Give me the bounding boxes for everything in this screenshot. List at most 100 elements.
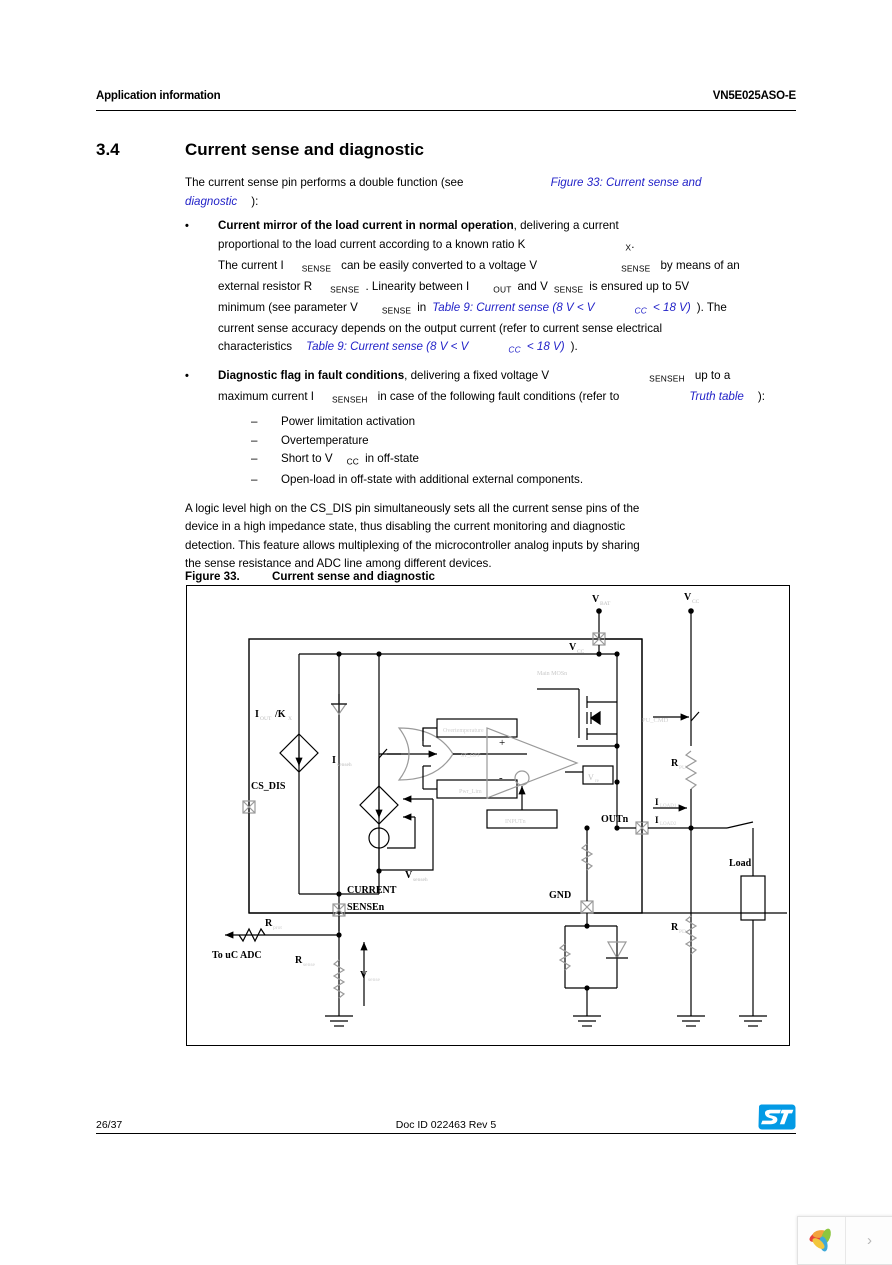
label-v-senseh-sub: senseh: [413, 877, 428, 883]
label-cs-dis: CS_DIS: [251, 781, 286, 792]
figure-link-part1[interactable]: Figure 33: Current sense and: [551, 176, 702, 189]
b1-sub-sense-1: SENSE: [301, 263, 332, 274]
b1-text-6: external resistor R: [218, 279, 313, 293]
table9-link-c[interactable]: Table 9: Current sense (8 V < V: [306, 340, 468, 353]
section-number: 3.4: [96, 140, 120, 159]
label-i-out-k: I: [255, 709, 259, 720]
label-v-bat: V: [592, 594, 600, 605]
b1-text-4: can be easily converted to a voltage V: [341, 258, 538, 272]
label-v-cc-top-sub: CC: [692, 599, 700, 605]
st-logo: [757, 1104, 797, 1130]
b1-text-5: by means of an: [660, 258, 740, 272]
footer-rule: [96, 1133, 796, 1134]
b1-text-2: proportional to the load current accordi…: [218, 237, 526, 251]
label-i-senseh: I: [332, 755, 336, 766]
dash-item-overtemperature: – Overtemperature: [251, 432, 785, 451]
b1-line-7: characteristics Table 9: Current sense (8…: [218, 338, 785, 359]
b1-text-8: and V: [517, 279, 548, 293]
schematic-svg: V BAT V CC V CC Main MOSn I OUT /K X CS_…: [212, 592, 787, 1027]
b1-bold-lead: Current mirror of the load current in no…: [218, 219, 514, 233]
b1-sub-sense-2: SENSE: [621, 263, 651, 274]
label-pwr-lim: Pwr_Lim: [459, 789, 482, 795]
dash-item-short-to-vcc: – Short to V CC in off-state: [251, 450, 785, 471]
dash-text-2: Overtemperature: [281, 433, 369, 447]
page-header: Application information VN5E025ASO-E: [96, 90, 796, 112]
next-chevron-icon[interactable]: ›: [846, 1217, 892, 1264]
b1-text-10: minimum (see parameter V: [218, 300, 358, 314]
b1-text-9: is ensured up to 5V: [589, 279, 690, 293]
b1-sub-sense-5: SENSE: [381, 304, 412, 315]
b1-sub-sense-4: SENSE: [553, 284, 584, 294]
label-i-load1-sub: LOAD1: [660, 804, 677, 809]
label-inputn: INPUTn: [505, 819, 526, 825]
label-gnd: GND: [549, 890, 571, 901]
p2-line-1: A logic level high on the CS_DIS pin sim…: [185, 501, 640, 515]
truth-table-link[interactable]: Truth table: [689, 390, 744, 403]
label-r-prot: R: [265, 918, 273, 929]
header-part-number: VN5E025ASO-E: [712, 90, 796, 102]
b1-text-15: ).: [570, 340, 578, 354]
b1-line-3: The current I SENSE can be easily converte…: [218, 257, 785, 278]
label-r-pu-sub: PU: [679, 765, 686, 771]
b2-line-1: Diagnostic flag in fault conditions, del…: [218, 367, 785, 388]
label-r-prot-sub: prot: [273, 925, 282, 931]
figure-caption-number: Figure 33.: [185, 570, 240, 583]
dash-text-3a: Short to V: [281, 452, 333, 466]
b1-line-2: proportional to the load current accordi…: [218, 236, 785, 257]
b2-text-4: in case of the following fault condition…: [377, 390, 620, 403]
label-overtemperature: Overtemperature: [443, 728, 484, 734]
label-st-off: ST_OFF: [461, 753, 480, 759]
dash-icon: –: [251, 452, 258, 466]
label-i-out-k-mid: /K: [274, 709, 286, 720]
b1-line-5: minimum (see parameter V SENSE in Table 9: …: [218, 299, 785, 320]
pin-gnd: [580, 900, 594, 914]
label-pu-cmd: PU_CMD: [642, 717, 669, 724]
label-r-sense-sub: sense: [303, 962, 315, 968]
label-amp-minus: -: [499, 772, 503, 784]
table9-link-a[interactable]: Table 9: Current sense (8 V < V: [432, 301, 594, 314]
leaf-logo-icon[interactable]: [798, 1217, 846, 1264]
label-i-load2-sub: LOAD2: [660, 822, 677, 827]
b1-line-4: external resistor R SENSE . Linearity betw…: [218, 278, 785, 299]
document-page: Application information VN5E025ASO-E 3.4…: [0, 0, 892, 1265]
ground-symbol-sense: [325, 1015, 353, 1027]
table9-link-b[interactable]: < 18 V): [653, 301, 691, 314]
dash-sub-cc: CC: [346, 456, 360, 467]
floating-widget[interactable]: ›: [797, 1216, 892, 1265]
label-r-pd-sub: PD: [679, 929, 686, 935]
label-i-load1: I: [655, 797, 659, 807]
figure-caption-text: Current sense and diagnostic: [272, 570, 435, 583]
label-v-cc-inner-sub: CC: [577, 649, 585, 655]
b1-text-1: , delivering a current: [513, 219, 619, 233]
b1-sub-out: OUT: [493, 284, 512, 294]
page-title: Current sense and diagnostic: [185, 140, 424, 159]
header-section-name: Application information: [96, 90, 221, 102]
b1-text-14: characteristics: [218, 340, 293, 354]
label-i-out-k-sub1: OUT: [260, 716, 272, 722]
dash-icon: –: [251, 433, 258, 447]
dash-item-open-load: – Open-load in off-state with additional…: [251, 471, 785, 490]
b2-sub-senseh-2: SENSEH: [332, 394, 368, 405]
b1-text-7: . Linearity between I: [365, 279, 470, 293]
ground-symbol-load: [739, 1015, 767, 1027]
b1-text-13: current sense accuracy depends on the ou…: [218, 321, 663, 335]
label-r-pd: R: [671, 922, 679, 933]
header-rule: [96, 110, 796, 111]
bullet-icon: •: [185, 370, 189, 383]
label-current: CURRENT: [347, 885, 397, 896]
intro-line-1: The current sense pin performs a double …: [185, 174, 785, 193]
label-v-ref: V: [588, 773, 594, 782]
b1-text-2b: .: [631, 237, 635, 251]
p2-line-2: device in a high impedance state, thus d…: [185, 520, 626, 534]
dash-text-3b: in off-state: [365, 452, 419, 466]
table9-link-d[interactable]: < 18 V): [527, 340, 565, 353]
label-i-load2: I: [655, 815, 659, 825]
label-v-cc-top: V: [684, 592, 692, 603]
b2-line-2: maximum current I SENSEH in case of the fo…: [218, 388, 785, 409]
figure-33-current-sense-diagnostic: V BAT V CC V CC Main MOSn I OUT /K X CS_…: [186, 585, 790, 1046]
b1-line-1: Current mirror of the load current in no…: [218, 217, 785, 236]
dash-icon: –: [251, 473, 258, 487]
label-v-ref-sub: re: [595, 779, 600, 784]
b1-line-6: current sense accuracy depends on the ou…: [218, 320, 785, 339]
figure-link-part2[interactable]: diagnostic: [185, 195, 237, 208]
